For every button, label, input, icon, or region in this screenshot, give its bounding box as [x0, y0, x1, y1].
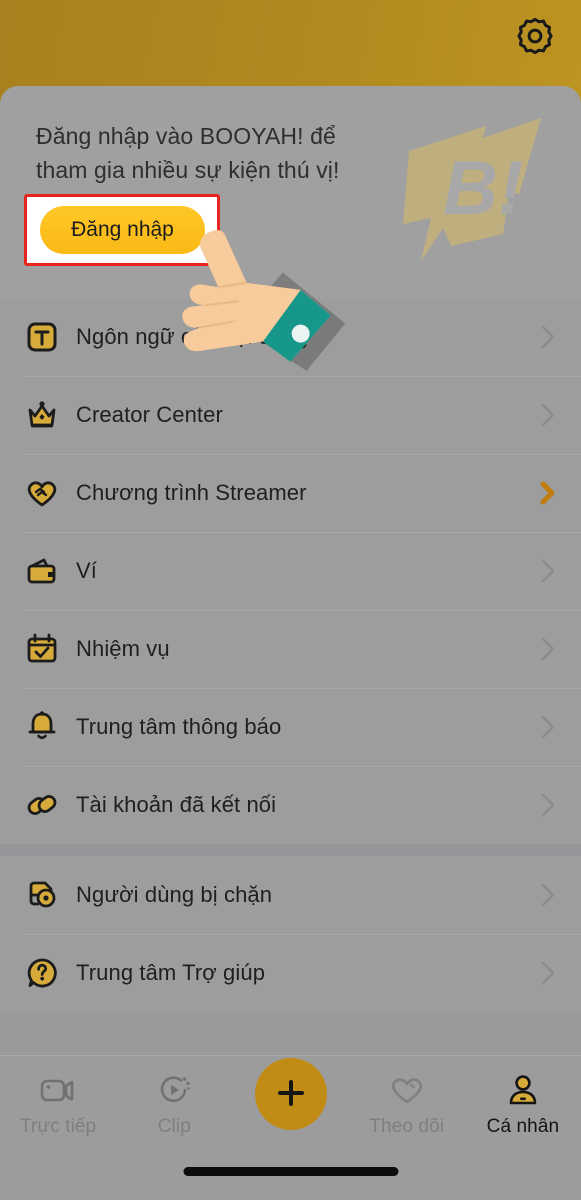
login-prompt-line1: Đăng nhập vào BOOYAH! để [36, 123, 336, 149]
menu-item-content-language[interactable]: Ngôn ngữ của nội dung [0, 298, 581, 376]
heart-icon [388, 1070, 426, 1110]
nav-tab-following[interactable]: Theo dõi [349, 1062, 465, 1138]
section-divider [0, 844, 581, 856]
menu-item-notification-center[interactable]: Trung tâm thông báo [0, 688, 581, 766]
nav-tab-clip[interactable]: Clip [116, 1062, 232, 1138]
nav-tab-label: Clip [157, 1116, 191, 1137]
menu-item-creator-center[interactable]: Creator Center [0, 376, 581, 454]
chevron-right-icon [537, 324, 559, 350]
nav-tab-profile[interactable]: Cá nhân [465, 1062, 581, 1138]
booyah-logo: B! [391, 106, 561, 276]
chevron-right-icon [537, 792, 559, 818]
menu-item-label: Ví [76, 558, 97, 583]
nav-tab-label: Trực tiếp [19, 1116, 97, 1137]
chevron-right-icon [537, 714, 559, 740]
settings-menu-group-1: Ngôn ngữ của nội dung Creator Center Chư… [0, 298, 581, 844]
menu-item-label: Chương trình Streamer [76, 480, 307, 505]
clip-play-icon [157, 1070, 191, 1110]
heart-handshake-icon [22, 473, 62, 513]
bottom-navigation-bar: Trực tiếp Clip Theo dõi Cá nhân [0, 1055, 581, 1200]
login-prompt-text: Đăng nhập vào BOOYAH! để tham gia nhiều … [36, 119, 386, 187]
menu-item-missions[interactable]: Nhiệm vụ [0, 610, 581, 688]
chevron-right-gold-icon [537, 480, 559, 506]
menu-item-label: Tài khoản đã kết nối [76, 792, 277, 817]
chevron-right-icon [537, 636, 559, 662]
menu-item-blocked-users[interactable]: Người dùng bị chặn [0, 856, 581, 934]
menu-item-label: Người dùng bị chặn [76, 882, 273, 907]
nav-tab-live[interactable]: Trực tiếp [0, 1062, 116, 1138]
plus-icon [275, 1077, 307, 1112]
wallet-icon [22, 551, 62, 591]
link-icon [22, 785, 62, 825]
booyah-logo-text: B! [443, 146, 523, 231]
menu-item-label: Nhiệm vụ [76, 636, 170, 661]
nav-create-button-wrapper [232, 1058, 348, 1130]
settings-button[interactable] [511, 12, 559, 60]
menu-item-streamer-program[interactable]: Chương trình Streamer [0, 454, 581, 532]
calendar-check-icon [22, 629, 62, 669]
login-prompt-line2: tham gia nhiều sự kiện thú vị! [36, 157, 340, 183]
menu-item-wallet[interactable]: Ví [0, 532, 581, 610]
chevron-right-icon [537, 402, 559, 428]
gear-icon [516, 17, 554, 55]
menu-item-label: Creator Center [76, 402, 223, 427]
menu-item-label: Ngôn ngữ của nội dung [76, 324, 309, 349]
settings-menu-group-2: Người dùng bị chặn Trung tâm Trợ giúp [0, 856, 581, 1012]
person-icon [506, 1070, 540, 1110]
nav-tab-label: Cá nhân [486, 1116, 560, 1137]
login-prompt-card: B! Đăng nhập vào BOOYAH! để tham gia nhi… [0, 86, 581, 298]
menu-item-help-center[interactable]: Trung tâm Trợ giúp [0, 934, 581, 1012]
blocked-user-icon [22, 875, 62, 915]
chevron-right-icon [537, 882, 559, 908]
menu-item-label: Trung tâm Trợ giúp [76, 960, 266, 985]
create-post-button[interactable] [254, 1058, 327, 1130]
app-screen: B! Đăng nhập vào BOOYAH! để tham gia nhi… [0, 0, 581, 1200]
login-button[interactable]: Đăng nhập [40, 206, 205, 254]
chevron-right-icon [537, 960, 559, 986]
crown-icon [22, 395, 62, 435]
menu-item-connected-accounts[interactable]: Tài khoản đã kết nối [0, 766, 581, 844]
translate-icon [22, 317, 62, 357]
home-indicator [183, 1167, 398, 1176]
bottom-nav-items: Trực tiếp Clip Theo dõi Cá nhân [0, 1058, 581, 1154]
help-circle-icon [22, 953, 62, 993]
menu-item-label: Trung tâm thông báo [76, 714, 282, 739]
nav-tab-label: Theo dõi [369, 1116, 445, 1137]
video-camera-icon [39, 1070, 77, 1110]
chevron-right-icon [537, 558, 559, 584]
bell-icon [22, 707, 62, 747]
